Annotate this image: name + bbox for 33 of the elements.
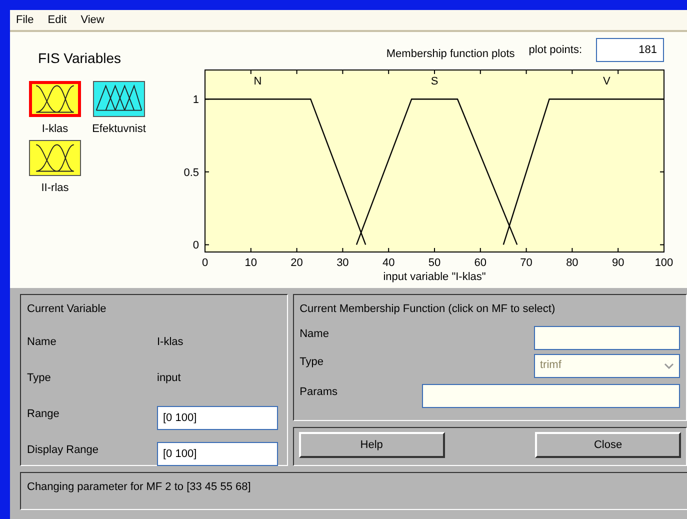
field-label: Type (300, 354, 324, 370)
tick-label: 80 (566, 257, 578, 269)
tick-label: 20 (290, 257, 303, 269)
field-label: Display Range (27, 442, 100, 458)
status-message: Changing parameter for MF 2 to [33 45 55 68] (27, 481, 251, 493)
curve-label: N (254, 76, 262, 88)
field-value: I-klas (157, 334, 184, 350)
tick-label: 10 (244, 257, 258, 269)
tick-label: 40 (382, 257, 395, 269)
field-label: Range (27, 406, 60, 422)
axis-label: input variable "I-klas" (383, 271, 486, 283)
panel-title: Current Variable (27, 302, 108, 317)
field-label: Type (27, 370, 52, 386)
tick-label: 90 (612, 257, 624, 269)
field-label: Name (300, 326, 329, 342)
panel-title: FIS Variables (38, 49, 122, 68)
field-label: Params (300, 384, 338, 400)
curve-label: S (430, 76, 438, 88)
panel-title: Current Membership Function (click on MF to select) (300, 302, 556, 317)
tick-label: 30 (336, 257, 349, 269)
tick-label: 70 (520, 257, 532, 269)
plot-points-label: plot points: (528, 42, 582, 58)
tick-label: 1 (192, 94, 199, 106)
tick-label: 0 (192, 240, 199, 252)
tick-label: 100 (654, 257, 674, 269)
plot-title: Membership function plots (386, 46, 515, 62)
tick-label: 0 (202, 257, 208, 269)
tick-label: 60 (474, 257, 487, 269)
curve-label: V (602, 76, 610, 88)
field-value: input (157, 370, 181, 386)
tick-label: 0.5 (184, 166, 199, 179)
field-label: Name (27, 334, 58, 350)
tick-label: 50 (428, 257, 441, 269)
